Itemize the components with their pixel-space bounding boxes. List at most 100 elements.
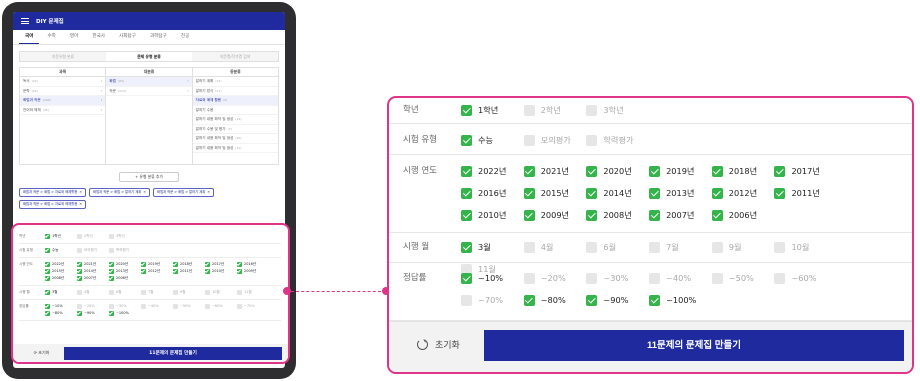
mini-checkbox[interactable]: ~100% — [109, 310, 141, 317]
mini-checkbox[interactable]: ~60% — [205, 303, 237, 310]
mini-checkbox[interactable]: 2019년 — [141, 261, 173, 268]
mini-checkbox[interactable]: 2009년 — [237, 268, 269, 275]
tab-subject[interactable]: 국어 — [19, 30, 40, 44]
list-item[interactable]: 언어와 매체 (45) › — [20, 106, 106, 115]
filter-checkbox[interactable]: 4월 — [523, 240, 587, 254]
filter-checkbox[interactable]: 3월 — [461, 240, 524, 254]
tab-subject[interactable]: 전공 — [175, 30, 195, 44]
filter-checkbox[interactable]: ~30% — [586, 271, 649, 285]
mini-checkbox[interactable]: 2013년 — [109, 268, 141, 275]
make-workbook-button[interactable]: 11문제의 문제집 만들기 — [484, 330, 904, 361]
mini-checkbox[interactable]: 2015년 — [45, 268, 77, 275]
close-icon[interactable]: ✕ — [143, 190, 146, 194]
filter-checkbox[interactable]: 2012년 — [711, 186, 775, 200]
mini-checkbox[interactable]: 11월 — [237, 289, 269, 296]
filter-checkbox[interactable]: ~40% — [649, 271, 712, 285]
mini-checkbox[interactable]: 2학년 — [77, 233, 109, 240]
mini-checkbox[interactable]: ~20% — [77, 303, 109, 310]
list-item[interactable]: 말하기 수용 및 평가 (7) — [192, 125, 278, 134]
mini-checkbox[interactable]: 2022년 — [45, 261, 77, 268]
list-item[interactable]: 말하기 내용 파악 및 생성 (12) — [192, 115, 278, 125]
filter-checkbox[interactable]: ~20% — [523, 271, 587, 285]
mini-checkbox[interactable]: ~10% — [45, 303, 77, 310]
mini-checkbox[interactable]: 3월 — [45, 289, 77, 296]
menu-icon[interactable] — [21, 18, 29, 24]
close-icon[interactable]: ✕ — [79, 190, 82, 194]
add-type-button[interactable]: + 유형 분류 추가 — [119, 172, 179, 182]
mini-checkbox[interactable]: 2008년 — [45, 275, 77, 282]
list-item[interactable]: 말하기 내용 파악 및 생성 (11) — [192, 144, 278, 153]
mini-checkbox[interactable]: 2010년 — [205, 268, 237, 275]
list-item[interactable]: 말하기 계획 (12) — [192, 77, 278, 87]
mini-checkbox[interactable]: 학력평가 — [109, 247, 141, 254]
filter-checkbox[interactable]: 2006년 — [711, 208, 775, 222]
mini-checkbox[interactable]: 10월 — [205, 289, 237, 296]
filter-checkbox[interactable]: 2018년 — [711, 164, 775, 178]
filter-checkbox[interactable]: 1학년 — [461, 103, 524, 117]
tab-mode[interactable]: 지문유형 분류 — [20, 52, 106, 61]
filter-checkbox[interactable]: 2014년 — [586, 186, 649, 200]
mini-checkbox[interactable]: 7월 — [141, 289, 173, 296]
filter-checkbox[interactable]: 2019년 — [649, 164, 712, 178]
list-item[interactable]: 화법과 작문 (298) › — [20, 96, 106, 106]
filter-checkbox[interactable]: 학력평가 — [586, 133, 649, 147]
filter-checkbox[interactable]: 2008년 — [586, 208, 649, 222]
list-item[interactable]: 말하기 내용 파악 및 생성 (10) — [192, 134, 278, 144]
filter-checkbox[interactable]: 7월 — [649, 240, 712, 254]
mini-checkbox[interactable]: 2018년 — [173, 261, 205, 268]
mini-checkbox[interactable]: ~80% — [45, 310, 77, 317]
mini-checkbox[interactable]: ~70% — [237, 303, 269, 310]
tab-mode[interactable]: 지문명/작가명 검색 — [192, 52, 278, 61]
filter-checkbox[interactable]: 6월 — [586, 240, 649, 254]
filter-checkbox[interactable]: 2학년 — [523, 103, 587, 117]
mini-checkbox[interactable]: 3학년 — [109, 233, 141, 240]
reset-button[interactable]: 초기화 — [417, 338, 460, 351]
filter-checkbox[interactable]: ~70% — [461, 293, 524, 307]
list-item[interactable]: 말하기 방식 (11) — [192, 87, 278, 96]
filter-checkbox[interactable]: 2011년 — [774, 186, 837, 200]
filter-checkbox[interactable]: 3학년 — [586, 103, 649, 117]
filter-checkbox[interactable]: 2013년 — [649, 186, 712, 200]
mini-checkbox[interactable]: 2017년 — [205, 261, 237, 268]
filter-checkbox[interactable]: 2017년 — [774, 164, 837, 178]
mini-checkbox[interactable]: 모의평가 — [77, 247, 109, 254]
list-item[interactable]: 화법 (83) › — [106, 77, 192, 87]
mini-checkbox[interactable]: 2016년 — [237, 261, 269, 268]
filter-checkbox[interactable]: 2022년 — [461, 164, 524, 178]
mini-checkbox[interactable]: 2011년 — [173, 268, 205, 275]
mini-checkbox[interactable]: 2020년 — [109, 261, 141, 268]
list-item[interactable]: 문학 (64) › — [20, 87, 106, 96]
mini-checkbox[interactable]: 6월 — [109, 289, 141, 296]
mini-checkbox[interactable]: ~90% — [77, 310, 109, 317]
filter-checkbox[interactable]: 10월 — [774, 240, 837, 254]
mini-checkbox[interactable]: ~50% — [173, 303, 205, 310]
filter-checkbox[interactable]: ~50% — [711, 271, 775, 285]
list-item[interactable]: 작문 (215) › — [106, 87, 192, 96]
mini-checkbox[interactable]: 2014년 — [77, 268, 109, 275]
mini-checkbox[interactable]: ~30% — [109, 303, 141, 310]
mini-checkbox[interactable]: 2012년 — [141, 268, 173, 275]
list-item[interactable]: 독서 (42) › — [20, 77, 106, 87]
mini-checkbox[interactable]: 2006년 — [109, 275, 141, 282]
filter-checkbox[interactable]: ~10% — [461, 271, 524, 285]
mini-checkbox[interactable]: 2021년 — [77, 261, 109, 268]
filter-checkbox[interactable]: 2010년 — [461, 208, 524, 222]
tab-subject[interactable]: 수학 — [41, 30, 61, 44]
filter-checkbox[interactable]: 2009년 — [523, 208, 587, 222]
mini-checkbox[interactable]: ~40% — [141, 303, 173, 310]
filter-checkbox[interactable]: 2020년 — [586, 164, 649, 178]
mini-reset-button[interactable]: ⟳ 초기화 — [19, 350, 64, 356]
filter-checkbox[interactable]: 2015년 — [523, 186, 587, 200]
mini-checkbox[interactable]: 4월 — [77, 289, 109, 296]
filter-checkbox[interactable]: 2016년 — [461, 186, 524, 200]
filter-checkbox[interactable]: ~90% — [586, 293, 649, 307]
list-item[interactable]: 말하기 수용 — [192, 106, 278, 115]
mini-checkbox[interactable]: 수능 — [45, 247, 77, 254]
close-icon[interactable]: ✕ — [79, 202, 82, 206]
filter-checkbox[interactable]: 2021년 — [523, 164, 587, 178]
filter-checkbox[interactable]: ~80% — [523, 293, 587, 307]
tab-subject[interactable]: 영어 — [64, 30, 84, 44]
tab-subject[interactable]: 사회탐구 — [113, 30, 142, 44]
filter-checkbox[interactable]: ~100% — [649, 293, 712, 307]
mini-checkbox[interactable]: 9월 — [173, 289, 205, 296]
